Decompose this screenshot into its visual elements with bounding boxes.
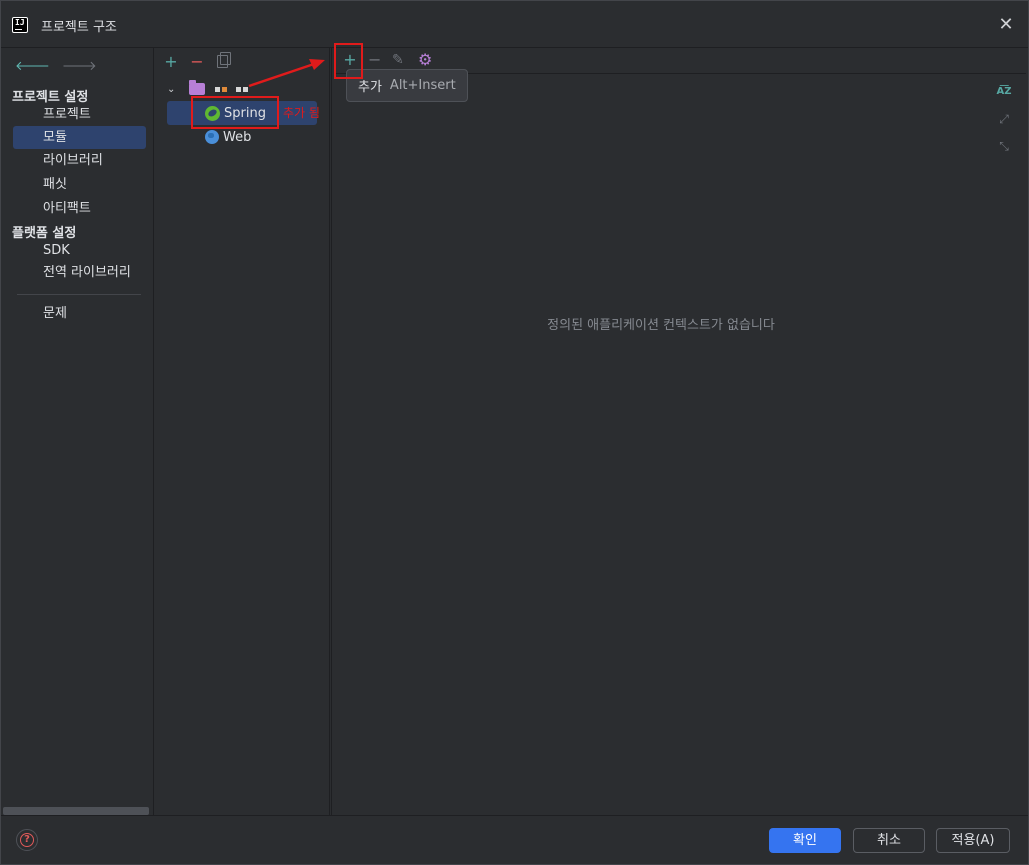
ok-button[interactable]: 확인 bbox=[769, 828, 841, 853]
module-toolbar: + − bbox=[163, 51, 231, 71]
add-context-button[interactable]: + bbox=[342, 51, 358, 69]
tree-item-web[interactable]: Web bbox=[167, 125, 317, 149]
edit-pencil-icon[interactable]: ✎ bbox=[392, 51, 404, 69]
empty-context-message: 정의된 애플리케이션 컨텍스트가 없습니다 bbox=[547, 318, 775, 333]
nav-item-project[interactable]: 프로젝트 bbox=[13, 103, 146, 126]
remove-module-button[interactable]: − bbox=[189, 52, 205, 71]
spring-leaf-icon bbox=[205, 105, 220, 121]
tooltip-shortcut: Alt+Insert bbox=[389, 78, 456, 93]
nav-item-sdk[interactable]: SDK bbox=[13, 239, 146, 262]
annotation-label: 추가 됨 bbox=[283, 106, 320, 120]
nav-horizontal-scrollbar[interactable] bbox=[3, 807, 149, 815]
window-title: 프로젝트 구조 bbox=[41, 20, 117, 35]
nav-divider bbox=[17, 294, 141, 295]
module-tree-panel: + − ⌄ Spring Web bbox=[155, 48, 330, 815]
cancel-button[interactable]: 취소 bbox=[853, 828, 925, 853]
module-folder-icon bbox=[189, 80, 205, 95]
add-tooltip: 추가 Alt+Insert bbox=[346, 69, 468, 102]
copy-module-icon[interactable] bbox=[217, 51, 231, 68]
add-module-button[interactable]: + bbox=[163, 52, 179, 71]
globe-icon bbox=[205, 130, 219, 144]
remove-context-button[interactable]: − bbox=[368, 51, 381, 69]
sort-alphabetically-icon[interactable]: A͞Z bbox=[996, 84, 1012, 100]
nav-item-problems[interactable]: 문제 bbox=[13, 302, 146, 325]
collapse-all-icon[interactable]: ⤡ bbox=[996, 138, 1012, 154]
nav-item-modules[interactable]: 모듈 bbox=[13, 126, 146, 149]
close-button[interactable]: ✕ bbox=[996, 15, 1016, 35]
nav-history: 🡐 🡒 bbox=[15, 58, 97, 74]
tooltip-label: 추가 bbox=[358, 80, 382, 95]
context-side-toolbar: A͞Z ⤢ ⤡ bbox=[996, 84, 1012, 154]
apply-button[interactable]: 적용(A) bbox=[936, 828, 1010, 853]
help-icon: ? bbox=[20, 833, 34, 847]
title-bar: IJ 프로젝트 구조 ✕ bbox=[1, 1, 1028, 49]
nav-item-facets[interactable]: 패싯 bbox=[13, 173, 146, 196]
gear-icon[interactable]: ⚙ bbox=[418, 50, 432, 70]
intellij-logo-icon: IJ bbox=[12, 17, 28, 33]
redacted-module-name bbox=[215, 86, 248, 92]
settings-nav: 🡐 🡒 프로젝트 설정 프로젝트 모듈 라이브러리 패싯 아티팩트 플랫폼 설정… bbox=[1, 48, 154, 815]
nav-item-libraries[interactable]: 라이브러리 bbox=[13, 149, 146, 172]
nav-item-artifacts[interactable]: 아티팩트 bbox=[13, 197, 146, 220]
dialog-footer: ? 확인 취소 적용(A) bbox=[1, 815, 1028, 864]
project-structure-dialog: IJ 프로젝트 구조 ✕ 🡐 🡒 프로젝트 설정 프로젝트 모듈 라이브러리 패… bbox=[0, 0, 1029, 865]
expand-all-icon[interactable]: ⤢ bbox=[996, 111, 1012, 127]
spring-context-panel: + − ✎ ⚙ 추가 Alt+Insert A͞Z ⤢ ⤡ 정의된 애플리케이션… bbox=[336, 48, 1026, 815]
tree-root-module[interactable]: ⌄ bbox=[167, 79, 248, 99]
chevron-down-icon[interactable]: ⌄ bbox=[167, 84, 179, 95]
tree-item-label: Web bbox=[223, 129, 252, 145]
forward-arrow-icon[interactable]: 🡒 bbox=[62, 58, 97, 74]
back-arrow-icon[interactable]: 🡐 bbox=[15, 58, 50, 74]
nav-item-global-libraries[interactable]: 전역 라이브러리 bbox=[13, 261, 146, 284]
help-button[interactable]: ? bbox=[16, 829, 38, 851]
tree-item-label: Spring bbox=[224, 105, 266, 121]
